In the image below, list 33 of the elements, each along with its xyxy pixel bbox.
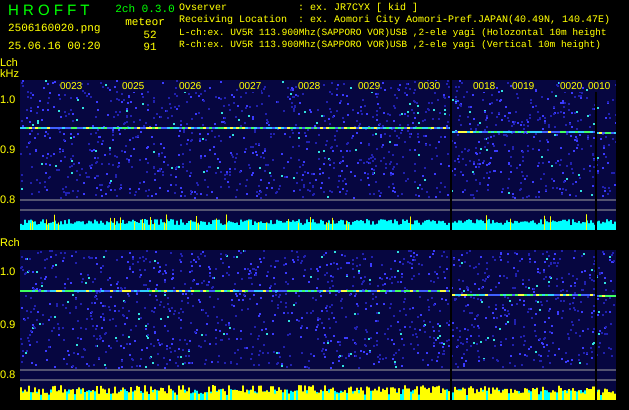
file-name: 2506160020.png	[8, 22, 102, 36]
y-tick-label: 1.0	[0, 94, 16, 106]
y-tick-label: 0.9	[0, 319, 16, 331]
time-label: 0028	[298, 81, 320, 92]
y-tick-label: 0.8	[0, 194, 16, 206]
meteor-count: 52	[142, 30, 157, 42]
antenna-info: R-ch:ex. UV5R 113.900Mhz(SAPPORO VOR)USB ,2-ele yagi (Vertical 10m height)	[179, 39, 602, 51]
time-label: 0020	[560, 81, 582, 92]
timestamp: 25.06.16 00:20	[8, 40, 102, 54]
info-value: : ex. Aomori City Aomori-Pref.JAPAN(40.49N, 140.47E)	[298, 15, 610, 27]
info-label: Ovserver	[179, 3, 228, 14]
info-value: : ex. JR7CYX [ kid ]	[298, 3, 418, 14]
meteor-label: meteor	[125, 17, 165, 30]
y-tick-label: 1.0	[0, 266, 16, 278]
time-label: 0023	[60, 81, 82, 92]
meteor-count: 91	[142, 42, 157, 54]
channel-label: Lch	[0, 58, 19, 69]
channel-label: Rch	[0, 238, 20, 249]
time-label: 0027	[239, 81, 262, 92]
time-label: 0010	[588, 81, 610, 92]
app-title: H R O F F T	[8, 2, 90, 20]
time-label: 0019	[512, 81, 534, 92]
time-label: 0018	[473, 81, 496, 92]
time-label: 0029	[358, 81, 380, 92]
y-tick-label: 0.8	[0, 369, 16, 381]
time-label: 0026	[179, 81, 202, 92]
time-label: 0030	[418, 81, 440, 92]
antenna-info: L-ch:ex. UV5R 113.900Mhz(SAPPORO VOR)USB ,2-ele yagi (Holozontal 10m height	[179, 27, 608, 39]
app-version: 2ch 0.3.0	[115, 4, 175, 17]
channel-label: kHz	[0, 69, 20, 80]
y-tick-label: 0.9	[0, 144, 16, 156]
time-label: 0025	[122, 81, 144, 92]
info-label: Receiving Location	[179, 15, 288, 27]
